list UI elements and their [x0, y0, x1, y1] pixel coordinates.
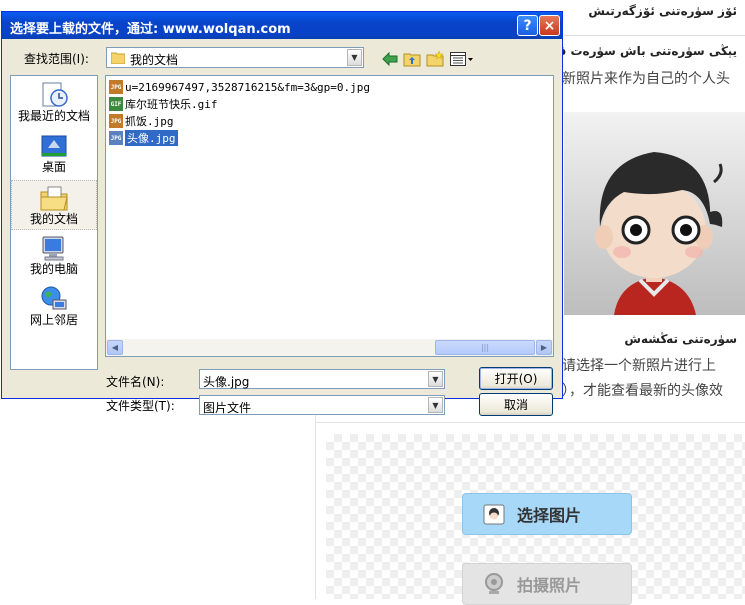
places-bar: 我最近的文档 桌面 我的文档 我的电脑 网上邻居	[10, 75, 98, 370]
photo-icon	[481, 501, 507, 527]
open-button[interactable]: 打开(O)	[479, 367, 553, 390]
cancel-button-label: 取消	[503, 398, 528, 412]
close-button[interactable]: ×	[539, 15, 560, 36]
scroll-left-icon[interactable]: ◀	[107, 340, 123, 355]
divider-vertical	[315, 400, 316, 599]
look-in-dropdown[interactable]: 我的文档 ▼	[106, 47, 364, 68]
webcam-icon	[481, 571, 507, 597]
section-title-adjust: سۈرەتنى تەڭشەش	[624, 332, 737, 346]
filetype-label: 文件类型(T):	[106, 399, 175, 413]
jpg-file-icon: JPG	[109, 131, 123, 145]
select-image-button[interactable]: 选择图片	[462, 493, 632, 535]
section-text-adjust-2: ），才能查看最新的头像效	[562, 383, 723, 399]
view-menu-icon[interactable]	[449, 50, 475, 68]
place-my-documents[interactable]: 我的文档	[11, 180, 97, 230]
take-photo-label: 拍摄照片	[517, 576, 582, 595]
up-folder-icon[interactable]	[403, 50, 421, 68]
gif-file-icon: GIF	[109, 97, 123, 111]
file-list[interactable]: JPG u=2169967497,3528716215&fm=3&gp=0.jp…	[105, 75, 554, 357]
file-name: 库尔班节快乐.gif	[125, 98, 218, 111]
page-header: ئۆز سۈرەتنى ئۆزگەرتىش	[564, 0, 745, 36]
back-icon[interactable]	[381, 50, 399, 68]
place-label: 网上邻居	[29, 313, 78, 327]
divider	[316, 422, 745, 423]
cartoon-avatar-image	[595, 152, 723, 315]
file-name: u=2169967497,3528716215&fm=3&gp=0.jpg	[125, 80, 371, 94]
my-documents-icon	[38, 183, 70, 213]
chevron-down-icon[interactable]: ▼	[428, 397, 443, 413]
file-item-selected[interactable]: JPG 头像.jpg	[109, 130, 178, 146]
place-network[interactable]: 网上邻居	[11, 282, 97, 332]
help-button[interactable]: ?	[517, 15, 538, 36]
select-image-label: 选择图片	[517, 506, 582, 525]
jpg-file-icon: JPG	[109, 80, 123, 94]
section-text-adjust-1: 请选择一个新照片进行上	[562, 358, 716, 374]
place-label: 桌面	[41, 160, 66, 174]
chevron-down-icon[interactable]: ▼	[347, 49, 362, 66]
filename-input[interactable]: 头像.jpg ▼	[199, 369, 445, 389]
place-recent-documents[interactable]: 我最近的文档	[11, 78, 97, 128]
filename-value: 头像.jpg	[203, 375, 250, 389]
cancel-button[interactable]: 取消	[479, 393, 553, 416]
file-item[interactable]: GIF 库尔班节快乐.gif	[109, 96, 218, 112]
close-icon: ×	[543, 17, 556, 34]
recent-docs-icon	[38, 80, 70, 110]
file-item[interactable]: JPG 抓饭.jpg	[109, 113, 174, 129]
folder-icon	[110, 51, 126, 65]
open-button-label: 打开(O)	[494, 372, 538, 386]
dialog-titlebar[interactable]: 选择要上载的文件，通过: www.wolqan.com ? ×	[2, 12, 562, 39]
dialog-title: 选择要上载的文件，通过: www.wolqan.com	[10, 22, 291, 37]
filename-label: 文件名(N):	[106, 375, 165, 389]
scrollbar-thumb[interactable]: |||	[435, 340, 535, 355]
horizontal-scrollbar[interactable]: ◀ ||| ▶	[106, 339, 553, 356]
page-title: ئۆز سۈرەتنى ئۆزگەرتىش	[588, 4, 737, 18]
new-folder-icon[interactable]	[426, 50, 444, 68]
filetype-dropdown[interactable]: 图片文件 ▼	[199, 395, 445, 415]
place-label: 我最近的文档	[17, 109, 90, 123]
chevron-down-icon[interactable]: ▼	[428, 371, 443, 387]
file-name: 抓饭.jpg	[125, 115, 174, 128]
avatar-preview	[564, 112, 745, 315]
place-label: 我的电脑	[29, 262, 78, 276]
section-text-new-avatar: 新照片来作为自己的个人头	[562, 71, 730, 87]
file-name: 头像.jpg	[125, 130, 178, 146]
filetype-value: 图片文件	[203, 401, 252, 415]
scroll-right-icon[interactable]: ▶	[536, 340, 552, 355]
help-icon: ?	[523, 17, 532, 34]
look-in-label: 查找范围(I):	[24, 52, 89, 66]
file-upload-dialog: 选择要上载的文件，通过: www.wolqan.com ? × 查找范围(I):…	[1, 11, 563, 416]
look-in-value: 我的文档	[130, 53, 179, 67]
place-my-computer[interactable]: 我的电脑	[11, 231, 97, 281]
my-computer-icon	[38, 233, 70, 263]
jpg-file-icon: JPG	[109, 114, 123, 128]
place-desktop[interactable]: 桌面	[11, 129, 97, 179]
place-label: 我的文档	[29, 212, 78, 226]
file-item[interactable]: JPG u=2169967497,3528716215&fm=3&gp=0.jp…	[109, 79, 370, 95]
desktop-icon	[38, 131, 70, 161]
network-places-icon	[38, 284, 70, 314]
